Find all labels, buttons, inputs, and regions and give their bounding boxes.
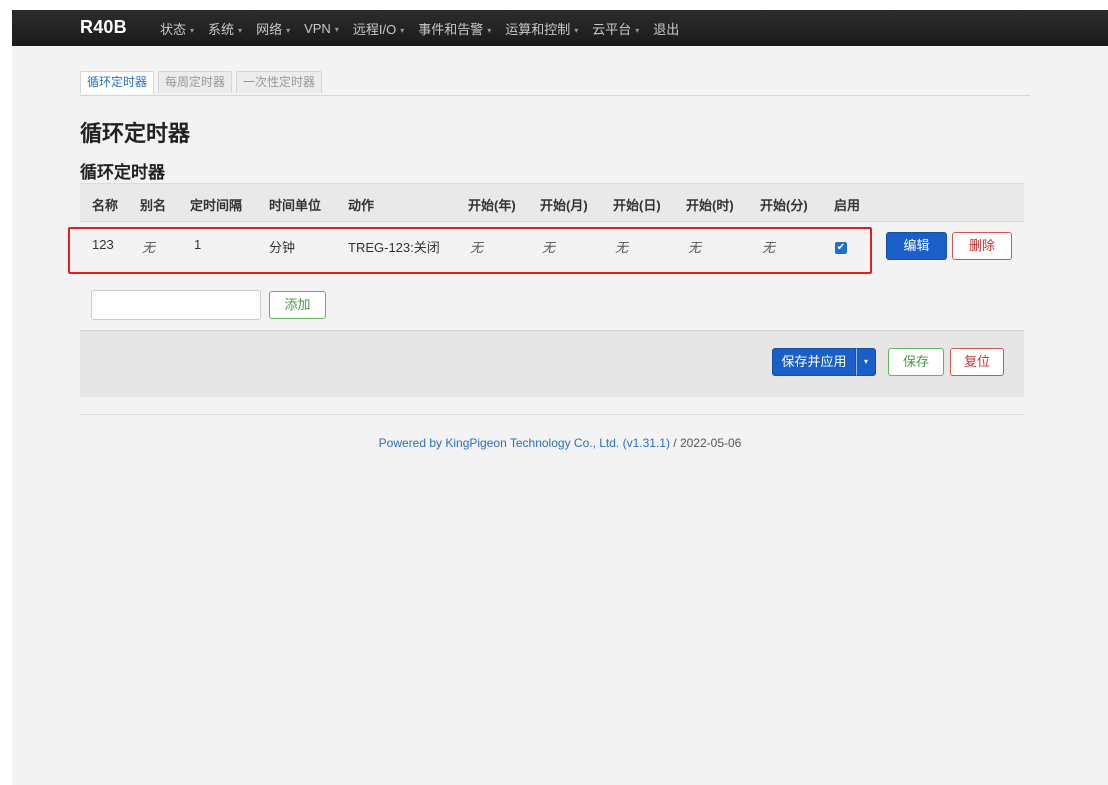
tab-weekly-timer[interactable]: 每周定时器 [158, 71, 233, 93]
add-button[interactable]: 添加 [269, 291, 326, 319]
cell-start-minute: 无 [762, 241, 776, 256]
tab-cyclic-timer[interactable]: 循环定时器 [80, 71, 155, 94]
apply-dropdown-toggle[interactable]: ▾ [856, 348, 876, 376]
edit-button[interactable]: 编辑 [886, 232, 947, 260]
menu-logout[interactable]: 退出 [653, 19, 679, 38]
col-unit: 时间单位 [269, 198, 322, 213]
col-start-month: 开始(月) [540, 198, 588, 213]
chevron-down-icon: ▾ [400, 25, 405, 35]
enabled-checkbox[interactable]: ✔ [835, 242, 847, 254]
menu-system-label: 系统 [208, 21, 235, 37]
reset-button[interactable]: 复位 [950, 348, 1004, 376]
cell-interval: 1 [194, 237, 202, 252]
brand-logo[interactable]: R40B [80, 17, 127, 38]
chevron-down-icon: ▾ [574, 25, 579, 35]
chevron-down-icon: ▾ [487, 25, 492, 35]
cell-start-day: 无 [615, 241, 629, 256]
col-name: 名称 [92, 198, 119, 213]
menu-status-label: 状态 [160, 21, 187, 37]
menu-logic-control-label: 运算和控制 [505, 21, 571, 37]
main-menu: 状态 ▾ 系统 ▾ 网络 ▾ VPN ▾ 远程I/O ▾ 事件和告警 ▾ 运算和控制 ▾ 云平… [160, 10, 693, 46]
table-row: 123 无 1 分钟 TREG-123:关闭 无 无 无 无 无 ✔ [80, 221, 1024, 271]
footer-divider [80, 414, 1024, 415]
browser-page: R40B 状态 ▾ 系统 ▾ 网络 ▾ VPN ▾ 远程I/O ▾ 事件和告警 ▾ 运算和控… [12, 10, 1108, 785]
menu-status[interactable]: 状态 ▾ [160, 19, 194, 38]
cell-start-month: 无 [542, 241, 556, 256]
footer: Powered by KingPigeon Technology Co., Lt… [12, 436, 1108, 450]
delete-button[interactable]: 删除 [952, 232, 1012, 260]
menu-network-label: 网络 [256, 21, 283, 37]
menu-system[interactable]: 系统 ▾ [208, 19, 242, 38]
col-start-year: 开始(年) [468, 198, 516, 213]
new-timer-name-input[interactable] [91, 290, 261, 320]
menu-events-alarms-label: 事件和告警 [418, 21, 484, 37]
menu-remote-io[interactable]: 远程I/O ▾ [353, 19, 404, 38]
footer-date: / 2022-05-06 [669, 436, 742, 450]
chevron-down-icon: ▾ [238, 25, 243, 35]
col-interval: 定时间隔 [190, 198, 243, 213]
actions-bar [80, 330, 1024, 397]
cell-start-year: 无 [470, 241, 484, 256]
cell-alias: 无 [142, 241, 156, 256]
footer-link[interactable]: Powered by KingPigeon Technology Co., Lt… [379, 436, 670, 450]
menu-cloud[interactable]: 云平台 ▾ [592, 19, 639, 38]
chevron-down-icon: ▾ [334, 24, 339, 34]
timer-tabs: 循环定时器 每周定时器 一次性定时器 [80, 71, 1030, 96]
chevron-down-icon: ▾ [286, 25, 291, 35]
menu-events-alarms[interactable]: 事件和告警 ▾ [418, 19, 491, 38]
chevron-down-icon: ▾ [635, 25, 640, 35]
cell-action: TREG-123:关闭 [348, 240, 440, 255]
tab-one-time-timer[interactable]: 一次性定时器 [236, 71, 323, 93]
table-header: 名称 别名 定时间隔 时间单位 动作 开始(年) 开始(月) 开始(日) 开始(… [80, 183, 1024, 222]
col-start-hour: 开始(时) [686, 198, 734, 213]
col-start-day: 开始(日) [613, 198, 661, 213]
menu-vpn[interactable]: VPN ▾ [304, 21, 339, 36]
chevron-down-icon: ▾ [190, 25, 195, 35]
col-enabled: 启用 [834, 198, 861, 213]
page-title: 循环定时器 [80, 121, 191, 146]
menu-vpn-label: VPN [304, 20, 331, 36]
col-alias: 别名 [140, 198, 167, 213]
top-navbar: R40B 状态 ▾ 系统 ▾ 网络 ▾ VPN ▾ 远程I/O ▾ 事件和告警 ▾ 运算和控… [12, 10, 1108, 46]
menu-cloud-label: 云平台 [592, 21, 632, 37]
section-title: 循环定时器 [80, 163, 165, 182]
menu-logout-label: 退出 [653, 21, 680, 37]
cell-start-hour: 无 [688, 241, 702, 256]
col-start-minute: 开始(分) [760, 198, 808, 213]
cell-name: 123 [92, 237, 114, 252]
menu-network[interactable]: 网络 ▾ [256, 19, 290, 38]
save-and-apply-button[interactable]: 保存并应用 [772, 348, 856, 376]
col-action: 动作 [348, 198, 375, 213]
menu-remote-io-label: 远程I/O [352, 21, 397, 37]
save-button[interactable]: 保存 [888, 348, 944, 376]
menu-logic-control[interactable]: 运算和控制 ▾ [505, 19, 578, 38]
cell-unit: 分钟 [269, 240, 296, 255]
